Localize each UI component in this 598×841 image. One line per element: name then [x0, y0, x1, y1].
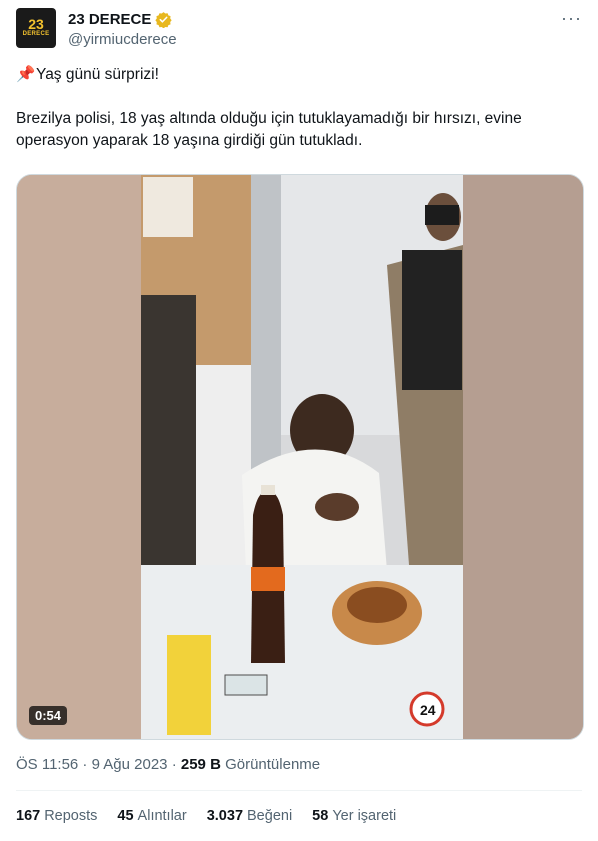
display-name-row[interactable]: 23 DERECE: [68, 10, 177, 28]
meta-separator: ·: [167, 756, 181, 773]
stat-label: Alıntılar: [137, 808, 187, 824]
stat-bookmarks[interactable]: 58 Yer işareti: [312, 808, 396, 824]
avatar[interactable]: 23 DERECE: [16, 8, 56, 48]
stat-count: 3.037: [206, 808, 244, 824]
avatar-text-top: 23: [28, 16, 44, 32]
handle[interactable]: @yirmiucderece: [68, 31, 177, 48]
tweet-time[interactable]: ÖS 11:56: [16, 756, 78, 773]
stat-reposts[interactable]: 167 Reposts: [16, 808, 97, 824]
divider: [16, 790, 582, 791]
video-player[interactable]: 24 0:54: [16, 174, 584, 740]
author-names: 23 DERECE @yirmiucderece: [68, 10, 177, 49]
display-name[interactable]: 23 DERECE: [68, 11, 151, 28]
stat-count: 45: [117, 808, 134, 824]
channel-watermark: 24: [420, 702, 436, 718]
avatar-text-bottom: DERECE: [22, 31, 50, 37]
pushpin-icon: 📌: [16, 66, 36, 83]
stat-label: Beğeni: [247, 808, 293, 824]
tweet-body: Brezilya polisi, 18 yaş altında olduğu i…: [16, 110, 522, 149]
stat-label: Yer işareti: [332, 808, 397, 824]
more-options-icon[interactable]: ···: [561, 8, 582, 29]
engagement-stats: 167 Reposts 45 Alıntılar 3.037 Beğeni 58 Yer…: [16, 808, 396, 824]
tweet-header: 23 DERECE 23 DERECE @yirmiucderece ···: [16, 8, 582, 52]
video-frame: 24: [17, 175, 583, 739]
stat-label: Reposts: [44, 808, 98, 824]
video-duration: 0:54: [29, 706, 68, 725]
views-label: Görüntülenme: [220, 756, 321, 773]
tweet-date[interactable]: 9 Ağu 2023: [92, 756, 168, 773]
tweet-text: 📌Yaş günü sürprizi! Brezilya polisi, 18 …: [16, 64, 582, 152]
stat-quotes[interactable]: 45 Alıntılar: [117, 808, 186, 824]
meta-separator: ·: [78, 756, 92, 773]
stat-count: 167: [16, 808, 41, 824]
tweet-headline: Yaş günü sürprizi!: [36, 66, 159, 83]
stat-count: 58: [312, 808, 329, 824]
tweet-line-1: 📌Yaş günü sürprizi!: [16, 64, 582, 86]
tweet-meta: ÖS 11:56 · 9 Ağu 2023 · 259 B Görüntülen…: [16, 756, 320, 773]
views-count: 259 B: [180, 756, 221, 773]
verified-badge-icon: [155, 11, 173, 28]
stat-likes[interactable]: 3.037 Beğeni: [207, 808, 292, 824]
